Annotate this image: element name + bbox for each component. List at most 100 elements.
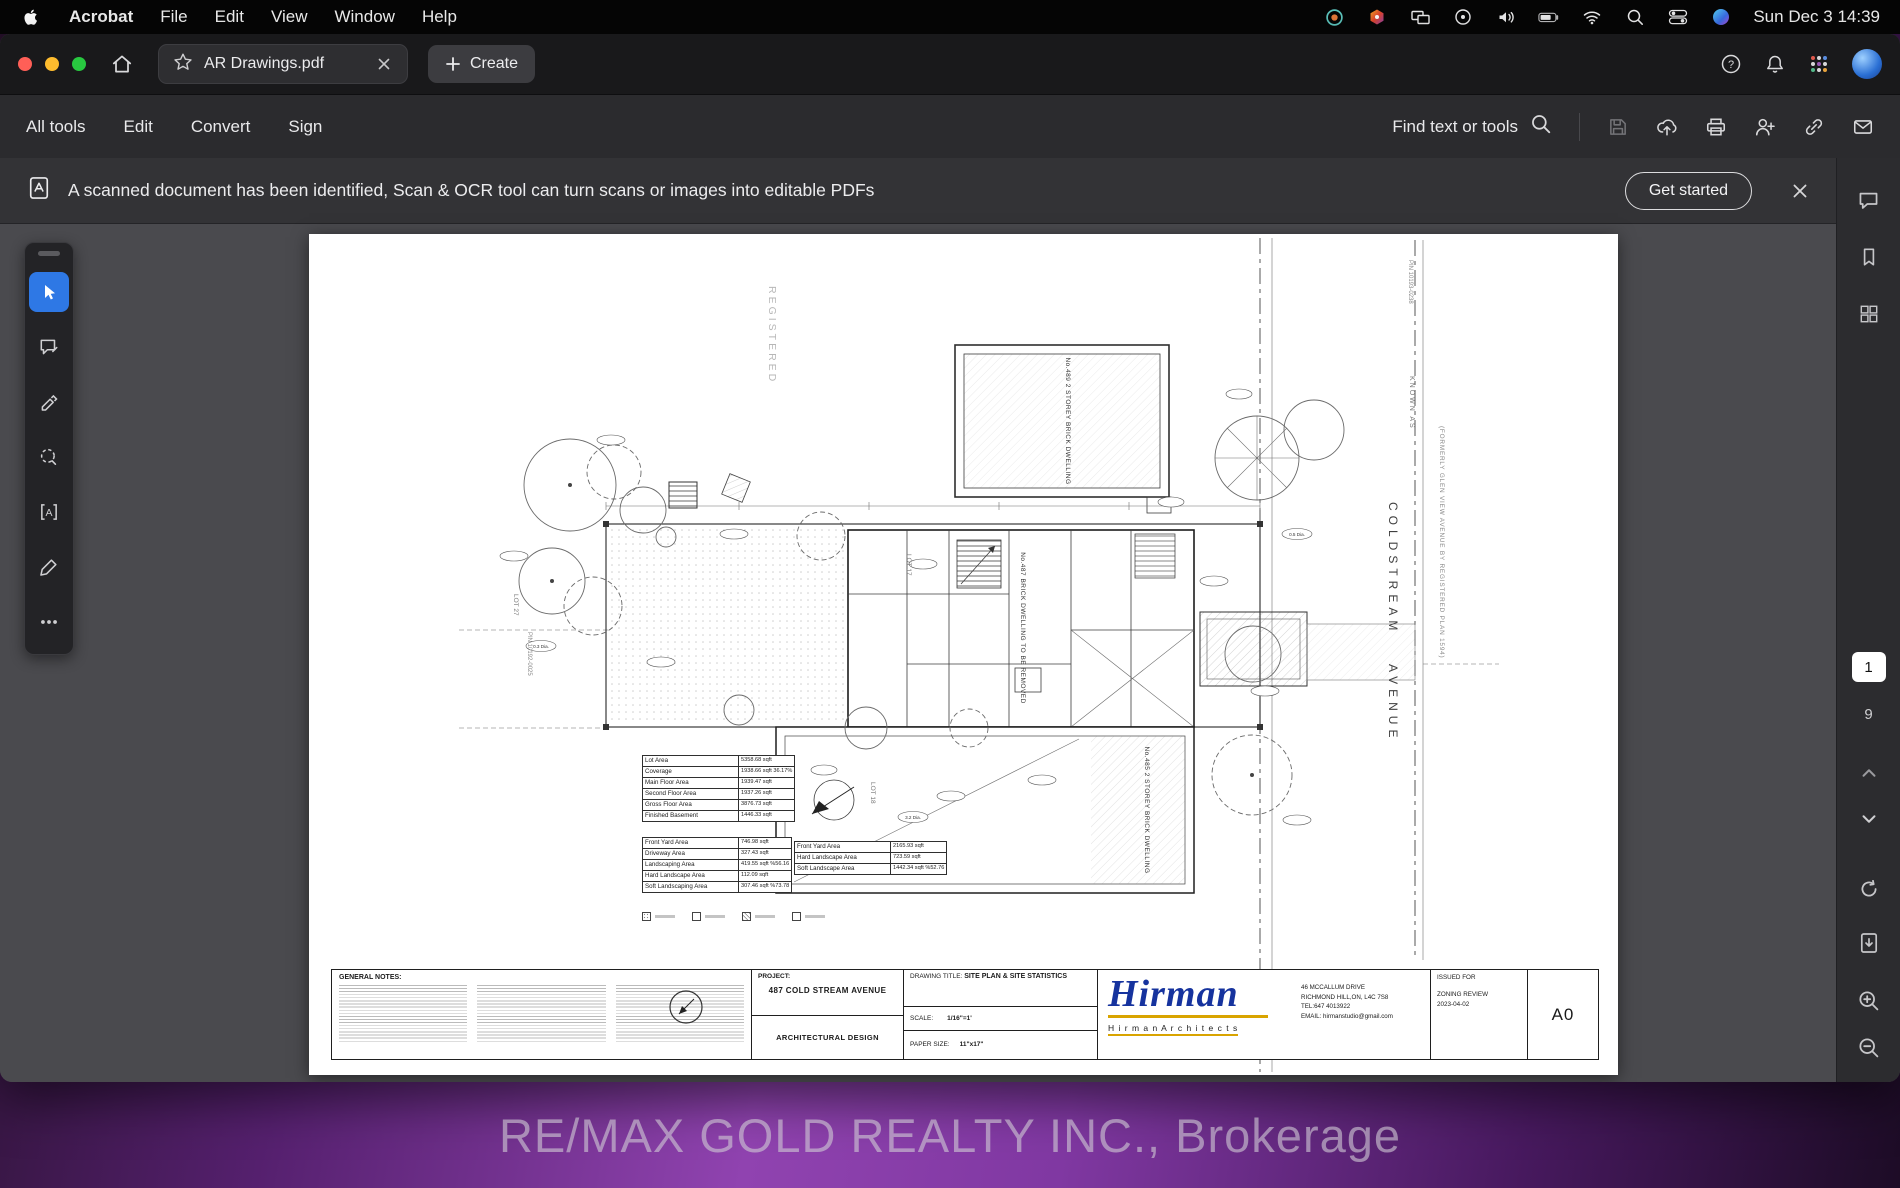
control-center-icon[interactable] bbox=[1667, 6, 1689, 28]
architect-firm-cell: Hirman H i r m a n A r c h i t e c t s 4… bbox=[1098, 970, 1431, 1059]
current-page-input[interactable]: 1 bbox=[1852, 652, 1886, 682]
lasso-tool-button[interactable] bbox=[29, 437, 69, 477]
firm-name: H i r m a n A r c h i t e c t s bbox=[1108, 1023, 1238, 1036]
close-window-button[interactable] bbox=[18, 57, 32, 71]
zoom-window-button[interactable] bbox=[72, 57, 86, 71]
formerly-label: (FORMERLY GLEN VIEW AVENUE BY REGISTERED… bbox=[1438, 426, 1445, 658]
palette-drag-handle[interactable] bbox=[38, 251, 60, 256]
table-row: Soft Landscape Area1442.34 sqft %52.76 bbox=[795, 864, 947, 875]
logo-accent-bar bbox=[1108, 1015, 1268, 1018]
select-tool-button[interactable] bbox=[29, 272, 69, 312]
issued-for-label: ISSUED FOR bbox=[1437, 974, 1521, 981]
subject-dwelling-label: No.487 BRICK DWELLING TO BE REMOVED bbox=[1019, 552, 1026, 704]
menu-bar-clock[interactable]: Sun Dec 3 14:39 bbox=[1753, 7, 1880, 27]
edit-menu[interactable]: Edit bbox=[124, 117, 153, 137]
zoom-out-icon[interactable] bbox=[1851, 1030, 1887, 1066]
previous-page-icon[interactable] bbox=[1851, 755, 1887, 791]
volume-icon[interactable] bbox=[1495, 6, 1517, 28]
notifications-bell-icon[interactable] bbox=[1764, 53, 1786, 75]
screen-mirroring-icon[interactable] bbox=[1409, 6, 1431, 28]
table-row: Driveway Area327.43 sqft bbox=[643, 849, 792, 860]
menu-help[interactable]: Help bbox=[422, 7, 457, 27]
all-tools-menu[interactable]: All tools bbox=[26, 117, 86, 137]
site-stats-table-yard: Front Yard Area746.98 sqft Driveway Area… bbox=[642, 837, 792, 893]
scan-notification-message: A scanned document has been identified, … bbox=[68, 180, 874, 201]
apple-menu-icon[interactable] bbox=[20, 6, 42, 28]
app-switcher-waffle-icon[interactable] bbox=[1808, 53, 1830, 75]
link-icon[interactable] bbox=[1803, 116, 1825, 138]
print-icon[interactable] bbox=[1705, 116, 1727, 138]
wifi-icon[interactable] bbox=[1581, 6, 1603, 28]
drawing-title-cell: DRAWING TITLE: SITE PLAN & SITE STATISTI… bbox=[904, 970, 1098, 1059]
scan-notification-bar: A scanned document has been identified, … bbox=[0, 158, 1836, 224]
highlighter-tool-button[interactable] bbox=[29, 382, 69, 422]
tab-title: AR Drawings.pdf bbox=[204, 55, 324, 73]
create-button[interactable]: Create bbox=[428, 45, 535, 83]
document-tab[interactable]: AR Drawings.pdf bbox=[158, 44, 408, 84]
email-icon[interactable] bbox=[1852, 116, 1874, 138]
tree-diameter-label: 3.2 Dia. bbox=[905, 815, 921, 820]
export-page-icon[interactable] bbox=[1851, 925, 1887, 961]
minimize-window-button[interactable] bbox=[45, 57, 59, 71]
pin-left-label: PIN 10192-0025 bbox=[526, 632, 532, 676]
menu-edit[interactable]: Edit bbox=[215, 7, 244, 27]
scan-document-icon bbox=[26, 175, 52, 206]
find-label: Find text or tools bbox=[1392, 117, 1518, 137]
general-notes-cell: GENERAL NOTES: bbox=[332, 970, 752, 1059]
help-icon[interactable]: ? bbox=[1720, 53, 1742, 75]
get-started-button[interactable]: Get started bbox=[1625, 172, 1752, 210]
account-avatar[interactable] bbox=[1852, 49, 1882, 79]
fill-sign-tool-button[interactable] bbox=[29, 547, 69, 587]
star-icon[interactable] bbox=[173, 52, 193, 77]
add-user-icon[interactable] bbox=[1754, 116, 1776, 138]
comments-panel-icon[interactable] bbox=[1851, 182, 1887, 218]
known-as-label: KNOWN AS bbox=[1408, 376, 1415, 430]
sheet-number: A0 bbox=[1528, 970, 1598, 1059]
general-notes-title: GENERAL NOTES: bbox=[339, 974, 744, 981]
sign-menu[interactable]: Sign bbox=[288, 117, 322, 137]
more-tools-button[interactable] bbox=[29, 602, 69, 642]
notification-close-icon[interactable] bbox=[1790, 181, 1810, 201]
rotate-page-icon[interactable] bbox=[1851, 871, 1887, 907]
table-row: Landscaping Area419.55 sqft %56.16 bbox=[643, 860, 792, 871]
zoom-in-icon[interactable] bbox=[1851, 983, 1887, 1019]
convert-menu[interactable]: Convert bbox=[191, 117, 251, 137]
macos-menu-bar: Acrobat File Edit View Window Help bbox=[0, 0, 1900, 34]
page-thumbnails-icon[interactable] bbox=[1851, 296, 1887, 332]
bookmarks-panel-icon[interactable] bbox=[1851, 239, 1887, 275]
toolbar-divider bbox=[1579, 113, 1580, 141]
upload-cloud-icon[interactable] bbox=[1656, 116, 1678, 138]
table-row: Second Floor Area1937.26 sqft bbox=[643, 789, 795, 800]
home-icon[interactable] bbox=[104, 46, 140, 82]
right-sidebar: 1 9 bbox=[1836, 158, 1900, 1082]
next-page-icon[interactable] bbox=[1851, 801, 1887, 837]
comment-tool-button[interactable] bbox=[29, 327, 69, 367]
select-text-tool-button[interactable]: A bbox=[29, 492, 69, 532]
siri-icon[interactable] bbox=[1710, 6, 1732, 28]
wallpaper-brand-text: RE/MAX GOLD REALTY INC., Brokerage bbox=[499, 1108, 1401, 1163]
hexagon-app-icon[interactable] bbox=[1366, 6, 1388, 28]
acrobat-toolbar: All tools Edit Convert Sign Find text or… bbox=[0, 94, 1900, 158]
menu-file[interactable]: File bbox=[160, 7, 187, 27]
create-button-label: Create bbox=[470, 55, 518, 73]
scale-value: 1/16"=1' bbox=[947, 1015, 972, 1022]
lot-18-label: LOT 18 bbox=[869, 782, 876, 804]
tab-close-icon[interactable] bbox=[375, 55, 393, 73]
menu-window[interactable]: Window bbox=[334, 7, 394, 27]
spotlight-search-icon[interactable] bbox=[1624, 6, 1646, 28]
battery-icon[interactable] bbox=[1538, 6, 1560, 28]
search-icon[interactable] bbox=[1530, 113, 1552, 140]
quick-tools-palette: A bbox=[24, 242, 74, 655]
camera-lens-icon[interactable] bbox=[1323, 6, 1345, 28]
find-text-or-tools[interactable]: Find text or tools bbox=[1392, 113, 1552, 140]
menu-acrobat[interactable]: Acrobat bbox=[69, 7, 133, 27]
firm-address: 46 MCCALLUM DRIVE RICHMOND HILL,ON, L4C … bbox=[1301, 983, 1393, 1054]
site-stats-table-building: Lot Area5358.68 sqft Coverage1938.66 sqf… bbox=[642, 755, 795, 822]
table-row: Gross Floor Area3876.73 sqft bbox=[643, 800, 795, 811]
pin-right-label: PIN 10193-0238 bbox=[1407, 260, 1413, 304]
lot-27-label: LOT 27 bbox=[512, 594, 519, 616]
pdf-page[interactable]: No.489 2 STOREY BRICK DWELLING bbox=[309, 234, 1618, 1075]
menu-view[interactable]: View bbox=[271, 7, 308, 27]
airplay-icon[interactable] bbox=[1452, 6, 1474, 28]
coldstream-label: COLDSTREAM bbox=[1386, 502, 1400, 635]
